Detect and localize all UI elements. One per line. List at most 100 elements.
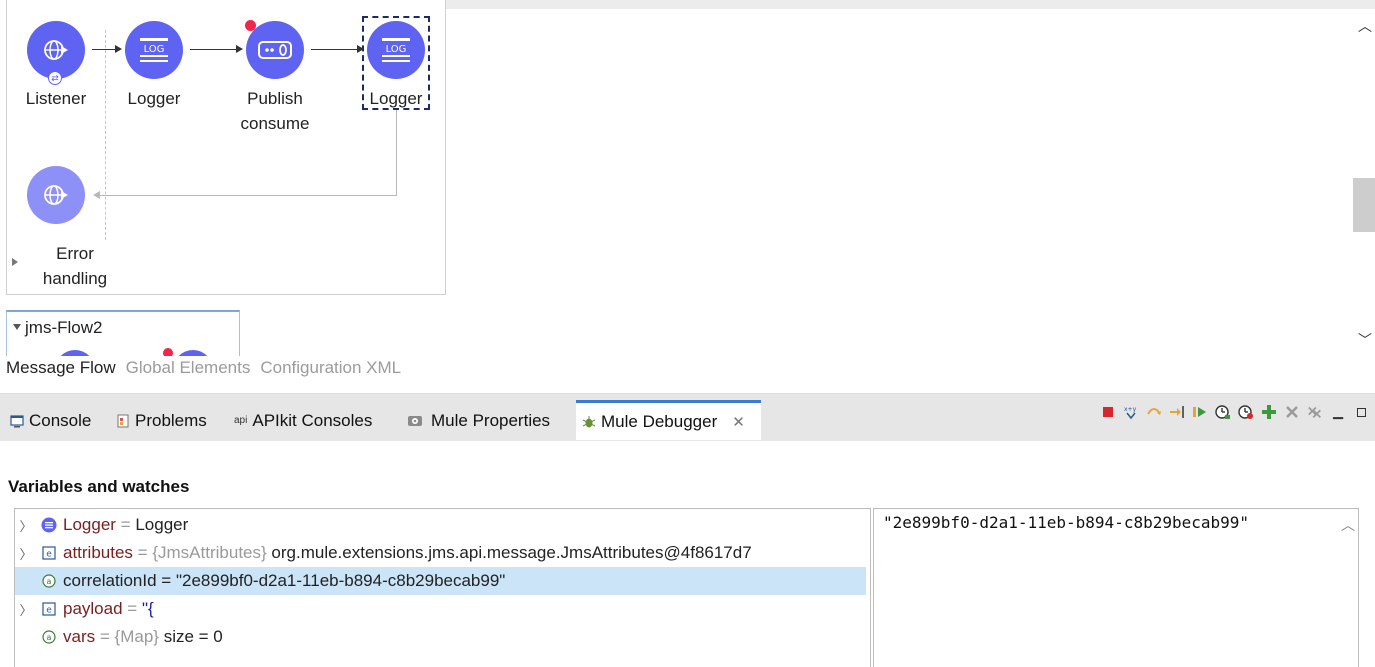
properties-icon [408, 415, 422, 426]
tree-row[interactable]: a vars = {Map} size = 0 [15, 623, 866, 651]
run-to-processor-icon[interactable] [1215, 404, 1231, 420]
tab-console[interactable]: Console [4, 400, 97, 441]
attribute-icon: a [41, 629, 57, 645]
return-path [396, 110, 397, 196]
minimize-icon[interactable]: ▁ [1330, 404, 1346, 420]
globe-icon [44, 185, 68, 205]
tab-global-elements[interactable]: Global Elements [126, 358, 251, 382]
processor-icon [41, 517, 57, 533]
tree-row-selected[interactable]: a correlationId = "2e899bf0-d2a1-11eb-b8… [15, 567, 866, 595]
var-name: correlationId [63, 571, 157, 590]
problems-icon [117, 414, 129, 427]
var-eq: = [99, 627, 110, 646]
svg-text:e: e [46, 606, 52, 616]
logger-label: Logger [127, 89, 181, 108]
var-type: {Map} [114, 627, 159, 646]
collapse-triangle-icon[interactable] [13, 324, 21, 330]
var-name: vars [63, 627, 96, 646]
breakpoint-dot[interactable] [163, 348, 173, 356]
return-arrow-head [93, 191, 100, 199]
var-name: Logger [63, 515, 116, 534]
history-icon[interactable] [1238, 404, 1254, 420]
tab-mule-properties[interactable]: Mule Properties [398, 400, 556, 441]
expand-chevron-icon[interactable]: 〉 [15, 600, 37, 619]
logger-node[interactable]: LOG [125, 21, 183, 79]
tab-problems[interactable]: Problems [110, 400, 213, 441]
canvas-scrollbar[interactable]: ︿ ﹀ [1353, 12, 1375, 354]
evaluate-expression-icon[interactable]: x+y [1123, 404, 1139, 420]
listener-label: Listener [25, 89, 87, 108]
detail-scrollbar[interactable]: ︿ [1336, 509, 1358, 667]
tree-row[interactable]: 〉 e attributes = {JmsAttributes} org.mul… [15, 539, 866, 567]
resume-icon[interactable] [1192, 404, 1208, 420]
scroll-down-icon[interactable]: ﹀ [1358, 330, 1372, 350]
logger-node-selected[interactable]: LOG [367, 21, 425, 79]
var-value: org.mule.extensions.jms.api.message.JmsA… [271, 543, 752, 562]
var-eq: = [120, 515, 131, 534]
attribute-icon: a [41, 573, 57, 589]
step-into-icon[interactable] [1169, 404, 1185, 420]
tab-mule-debugger-label: Mule Debugger [601, 412, 718, 431]
svg-text:e: e [46, 550, 52, 560]
value-detail-pane[interactable]: "2e899bf0-d2a1-11eb-b894-c8b29becab99" ︿ [873, 508, 1359, 667]
tab-apikit-label: APIkit Consoles [252, 410, 373, 430]
close-icon[interactable]: ✕ [732, 413, 745, 431]
tree-row[interactable]: 〉 Logger = Logger [15, 511, 866, 539]
tab-configuration-xml[interactable]: Configuration XML [260, 358, 401, 382]
debugger-icon [582, 416, 596, 428]
expand-triangle-icon[interactable] [12, 258, 18, 266]
expand-chevron-icon[interactable]: 〉 [15, 544, 37, 563]
variables-title: Variables and watches [8, 477, 190, 496]
stop-icon[interactable] [1100, 404, 1116, 420]
tab-console-label: Console [29, 410, 92, 430]
scroll-up-icon[interactable]: ︿ [1341, 515, 1355, 535]
svg-text:a: a [47, 577, 52, 586]
console-icon [10, 414, 24, 427]
error-handling-label: Error handling [42, 244, 108, 288]
remove-all-icon[interactable] [1307, 404, 1323, 420]
publish-consume-label: Publish consume [240, 89, 310, 133]
var-value: "{ [141, 599, 154, 618]
flow-arrow-head [236, 45, 243, 53]
flow-arrow [92, 49, 116, 50]
source-badge-icon: ⇄ [48, 71, 62, 85]
var-value: Logger [135, 515, 189, 534]
tab-mule-debugger[interactable]: Mule Debugger ✕ [576, 400, 761, 441]
flow2-node[interactable] [173, 350, 213, 356]
detail-value: "2e899bf0-d2a1-11eb-b894-c8b29becab99" [883, 513, 1250, 532]
return-path [100, 195, 397, 196]
log-icon: LOG [382, 38, 410, 62]
publish-consume-node[interactable] [246, 21, 304, 79]
scrollbar-thumb[interactable] [1353, 178, 1375, 232]
svg-text:x+y: x+y [1124, 406, 1137, 413]
variables-tree[interactable]: 〉 Logger = Logger 〉 e attributes = {JmsA… [14, 508, 871, 667]
flow-divider [105, 30, 106, 240]
remove-icon[interactable] [1284, 404, 1300, 420]
var-type: {JmsAttributes} [152, 543, 267, 562]
var-value: size = 0 [163, 627, 223, 646]
maximize-icon[interactable] [1353, 404, 1369, 420]
tab-mule-properties-label: Mule Properties [431, 410, 551, 430]
flow2-node[interactable] [55, 350, 95, 356]
var-eq: = [127, 599, 138, 618]
tab-problems-label: Problems [135, 410, 207, 430]
debugger-toolbar: x+y ▁ [1100, 402, 1369, 422]
debugger-panel: Variables and watches 〉 Logger = Logger … [0, 440, 1375, 667]
flow2-title: jms-Flow2 [25, 318, 103, 337]
error-handling-node[interactable] [27, 166, 85, 224]
object-icon: e [41, 545, 57, 561]
flow-canvas[interactable]: ⇄ Listener LOG Logger Publish consume LO… [0, 0, 1375, 356]
tab-apikit-consoles[interactable]: api APIkit Consoles [228, 400, 378, 441]
tab-message-flow[interactable]: Message Flow [6, 358, 116, 382]
log-icon: LOG [140, 38, 168, 62]
globe-icon [44, 40, 68, 60]
add-icon[interactable] [1261, 404, 1277, 420]
step-over-icon[interactable] [1146, 404, 1162, 420]
flow-arrow-head [115, 45, 122, 53]
expand-chevron-icon[interactable]: 〉 [15, 516, 37, 535]
tree-row[interactable]: 〉 e payload = "{ [15, 595, 866, 623]
scroll-up-icon[interactable]: ︿ [1358, 16, 1372, 36]
flow2-container[interactable]: jms-Flow2 [6, 310, 240, 356]
object-icon: e [41, 601, 57, 617]
flow-arrow [190, 49, 237, 50]
